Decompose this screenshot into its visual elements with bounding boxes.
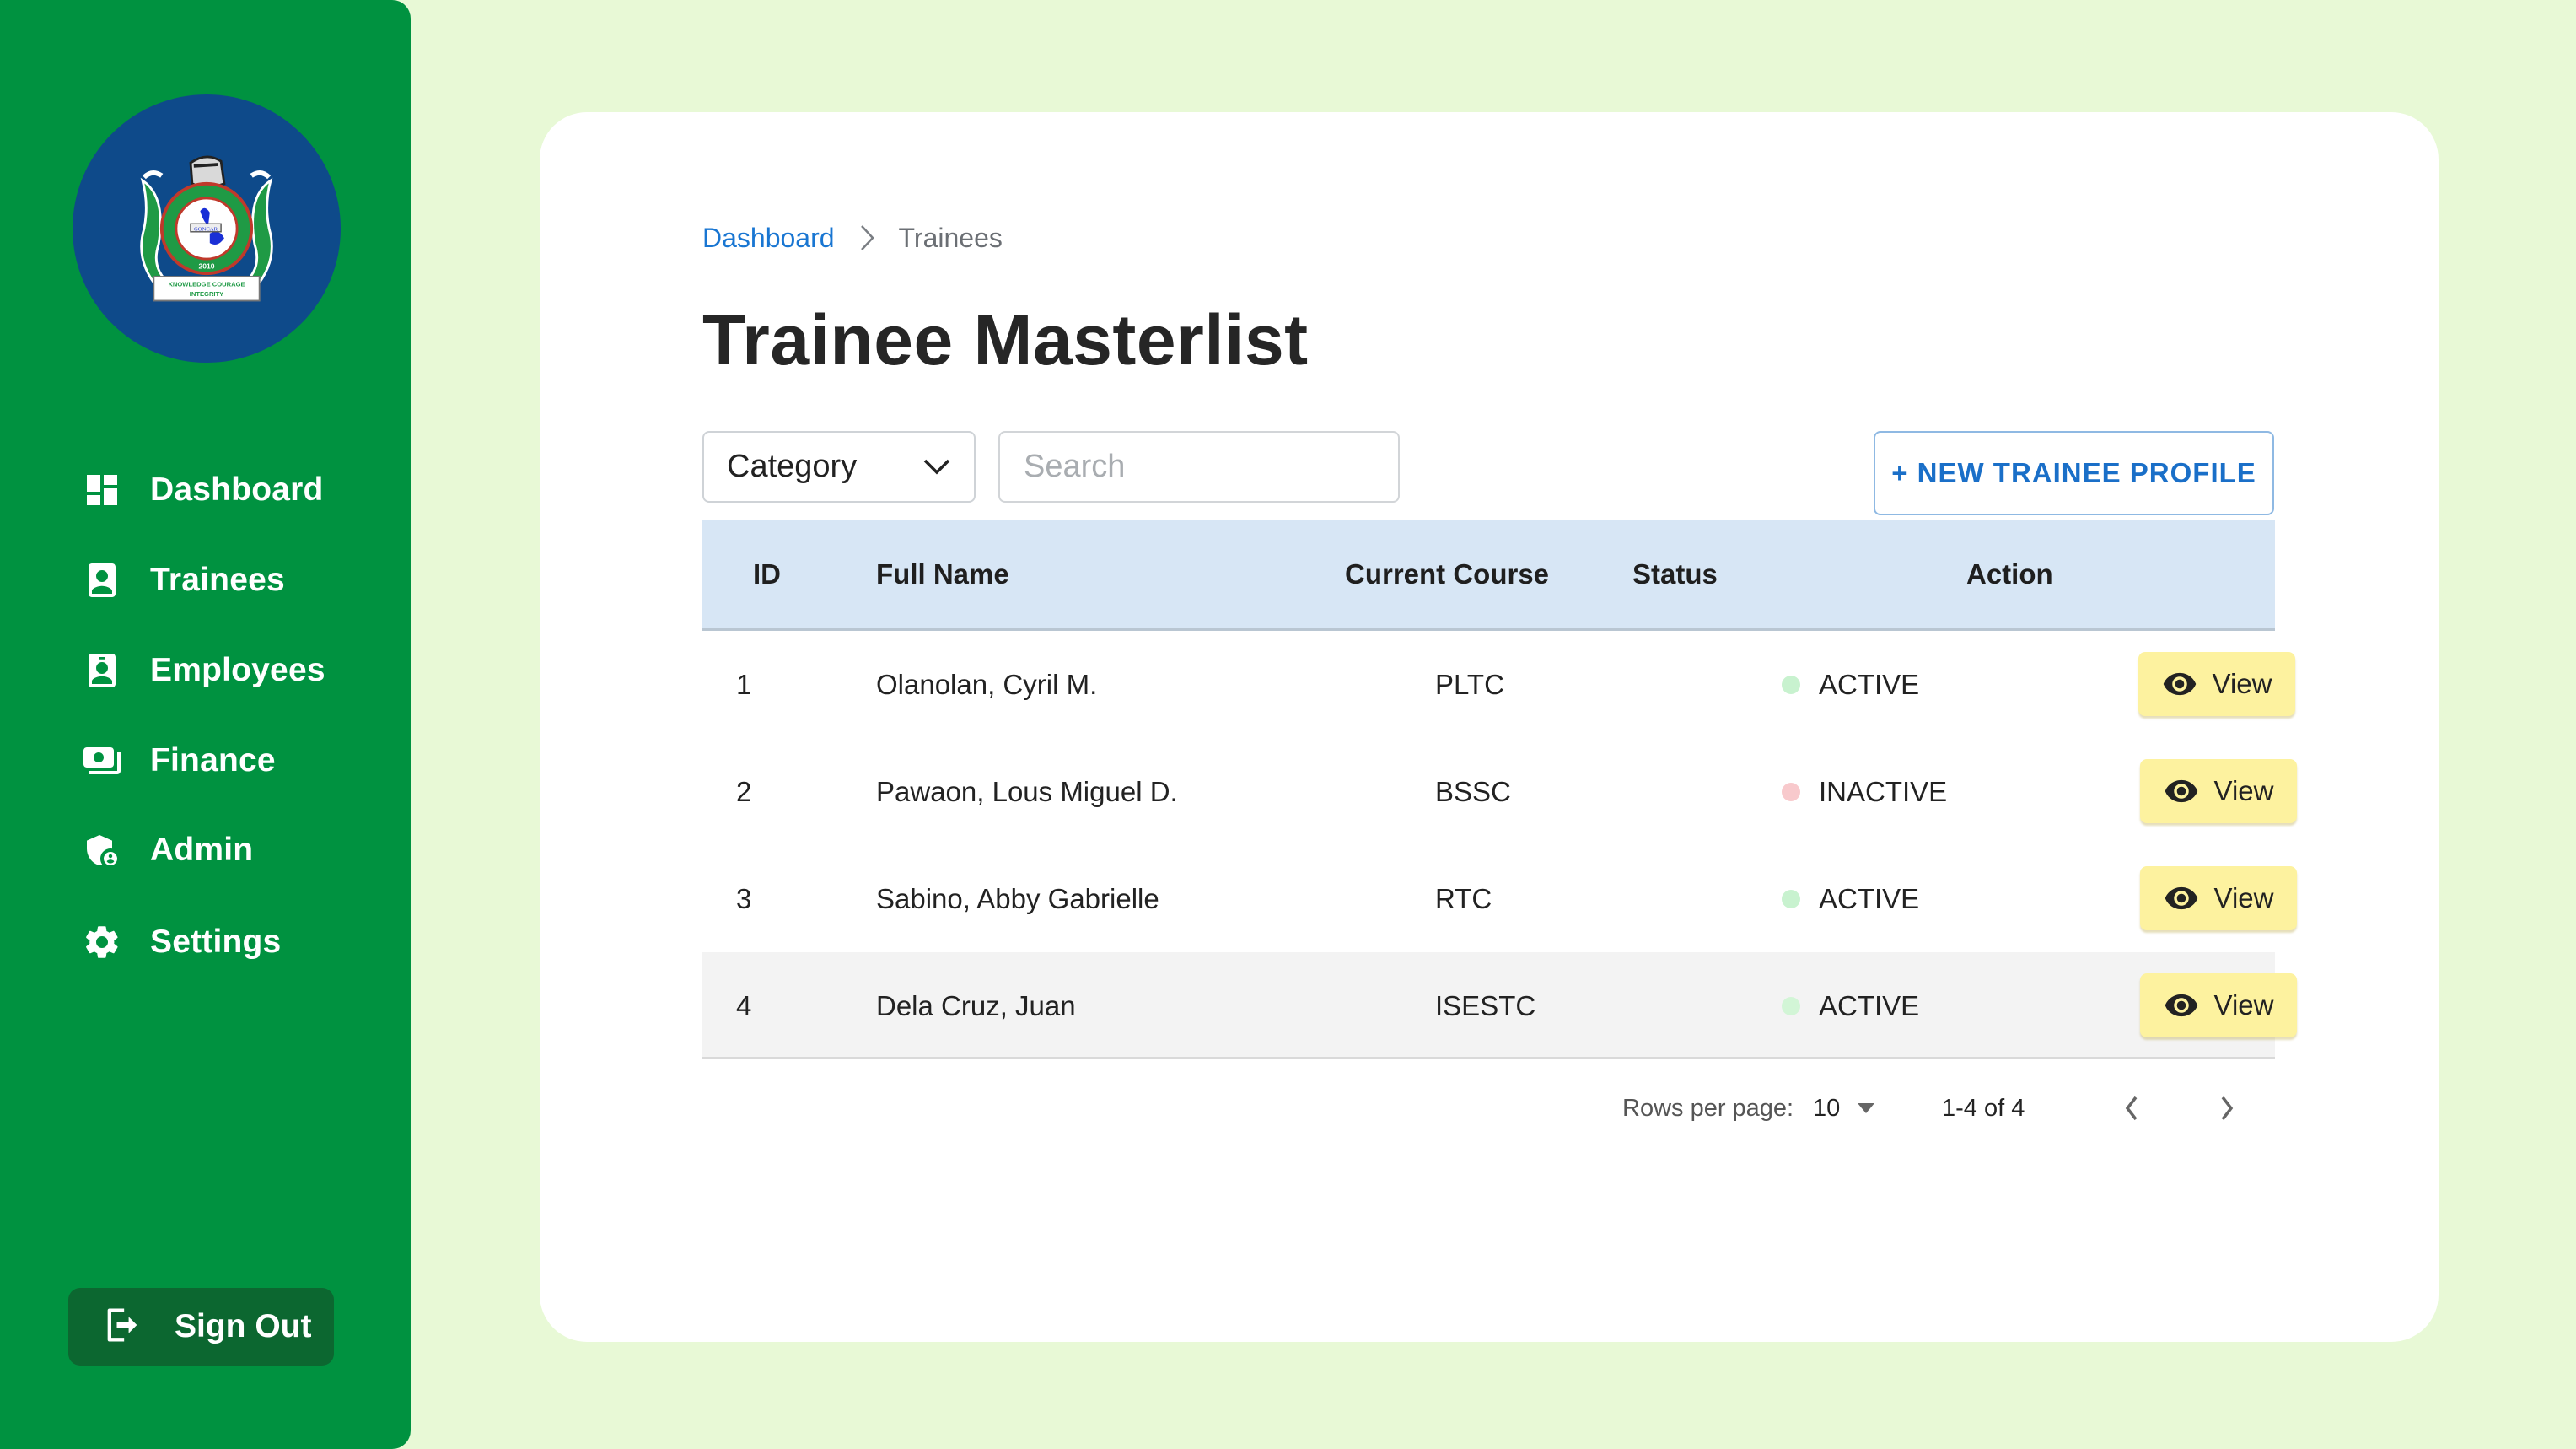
column-header-status[interactable]: Status [1632, 520, 1718, 628]
table-row: 2 Pawaon, Lous Miguel D. BSSC INACTIVE V… [702, 738, 2297, 845]
sidebar-item-trainees[interactable]: Trainees [81, 555, 285, 606]
academy-logo: GONCAR 2010 KNOWLEDGE COURAGE INTEGRITY [73, 94, 341, 363]
rows-per-page-select[interactable]: 10 [1813, 1095, 1875, 1123]
cell-course: PLTC [1435, 668, 1504, 700]
sidebar-item-label: Admin [150, 832, 254, 868]
view-button[interactable]: View [2140, 759, 2297, 823]
view-button-label: View [2212, 668, 2272, 699]
rows-per-page-label: Rows per page: [1622, 1094, 1794, 1122]
chevron-left-icon [2125, 1096, 2138, 1121]
sidebar-item-settings[interactable]: Settings [81, 917, 281, 967]
breadcrumb-dashboard-link[interactable]: Dashboard [702, 223, 835, 254]
cell-id: 2 [736, 775, 752, 807]
cell-full-name: Dela Cruz, Juan [876, 989, 1076, 1021]
trainee-table: ID Full Name Current Course Status Actio… [702, 520, 2297, 1059]
chevron-right-icon [858, 224, 877, 252]
status-badge: ACTIVE [1819, 668, 1920, 700]
cell-course: RTC [1435, 882, 1492, 914]
logo-year: 2010 [198, 262, 214, 271]
category-selected: Category [727, 449, 858, 484]
eye-icon [2165, 994, 2197, 1017]
pagination: Rows per page: 10 1-4 of 4 [0, 1088, 2576, 1128]
status-active-dot-icon [1782, 996, 1800, 1015]
page-range: 1-4 of 4 [1942, 1094, 2025, 1122]
page-title: Trainee Masterlist [702, 300, 1309, 380]
sidebar: GONCAR 2010 KNOWLEDGE COURAGE INTEGRITY … [0, 0, 411, 1449]
cell-status: INACTIVE [1782, 738, 1947, 845]
chevron-right-icon [2221, 1096, 2234, 1121]
cell-id: 4 [736, 989, 752, 1021]
sidebar-item-admin[interactable]: Admin [81, 825, 253, 875]
status-badge: ACTIVE [1819, 882, 1920, 914]
academy-seal-icon: GONCAR 2010 KNOWLEDGE COURAGE INTEGRITY [140, 155, 273, 302]
breadcrumb: Dashboard Trainees [702, 221, 1003, 255]
category-dropdown[interactable]: Category [702, 431, 976, 503]
sidebar-item-finance[interactable]: Finance [81, 735, 276, 786]
cell-course: BSSC [1435, 775, 1511, 807]
view-button[interactable]: View [2140, 973, 2297, 1037]
cell-id: 3 [736, 882, 752, 914]
chevron-down-icon [922, 449, 952, 485]
sign-out-button[interactable]: Sign Out [68, 1288, 334, 1366]
caret-down-icon [1858, 1103, 1875, 1113]
money-icon [81, 740, 123, 782]
gear-icon [81, 921, 123, 963]
sidebar-item-label: Finance [150, 742, 276, 778]
view-button-label: View [2213, 775, 2274, 806]
eye-icon [2165, 886, 2197, 910]
sign-out-label: Sign Out [175, 1308, 312, 1344]
previous-page-button[interactable] [2113, 1088, 2150, 1128]
logout-icon [100, 1303, 144, 1351]
admin-shield-icon [81, 829, 123, 871]
view-button[interactable]: View [2138, 652, 2295, 716]
status-badge: ACTIVE [1819, 989, 1920, 1021]
dashboard-icon [81, 469, 123, 511]
sidebar-item-dashboard[interactable]: Dashboard [81, 465, 324, 515]
status-active-dot-icon [1782, 675, 1800, 694]
status-badge: INACTIVE [1819, 775, 1948, 807]
table-header: ID Full Name Current Course Status Actio… [702, 520, 2275, 631]
table-row: 4 Dela Cruz, Juan ISESTC ACTIVE View [702, 952, 2297, 1059]
cell-full-name: Sabino, Abby Gabrielle [876, 882, 1159, 914]
view-button[interactable]: View [2140, 866, 2297, 930]
cell-full-name: Pawaon, Lous Miguel D. [876, 775, 1178, 807]
next-page-button[interactable] [2208, 1088, 2245, 1128]
rows-per-page-value: 10 [1813, 1094, 1841, 1122]
logo-inner-text: GONCAR [194, 226, 218, 232]
cell-course: ISESTC [1435, 989, 1536, 1021]
new-trainee-profile-button[interactable]: + NEW TRAINEE PROFILE [1874, 431, 2274, 515]
cell-full-name: Olanolan, Cyril M. [876, 668, 1098, 700]
column-header-id[interactable]: ID [753, 520, 781, 628]
search-input[interactable] [998, 431, 1400, 503]
table-row: 3 Sabino, Abby Gabrielle RTC ACTIVE View [702, 845, 2297, 952]
trainee-badge-icon [81, 559, 123, 601]
cell-status: ACTIVE [1782, 952, 1919, 1059]
table-row: 1 Olanolan, Cyril M. PLTC ACTIVE View [702, 631, 2295, 738]
logo-motto-line2: INTEGRITY [190, 290, 224, 298]
logo-motto-line1: KNOWLEDGE COURAGE [168, 280, 245, 288]
status-inactive-dot-icon [1782, 782, 1800, 801]
view-button-label: View [2213, 882, 2274, 913]
cell-status: ACTIVE [1782, 631, 1919, 738]
cell-id: 1 [736, 668, 752, 700]
employee-badge-icon [81, 649, 123, 692]
status-active-dot-icon [1782, 889, 1800, 908]
column-header-full-name[interactable]: Full Name [876, 520, 1009, 628]
view-button-label: View [2213, 989, 2274, 1021]
column-header-action: Action [1966, 558, 2053, 590]
sidebar-item-employees[interactable]: Employees [81, 645, 325, 696]
eye-icon [2165, 779, 2197, 803]
eye-icon [2163, 672, 2196, 696]
column-header-current-course[interactable]: Current Course [1345, 520, 1549, 628]
sidebar-item-label: Settings [150, 924, 282, 960]
breadcrumb-current: Trainees [898, 222, 1003, 253]
sidebar-item-label: Employees [150, 652, 325, 688]
sidebar-item-label: Dashboard [150, 471, 324, 508]
sidebar-item-label: Trainees [150, 562, 285, 598]
cell-status: ACTIVE [1782, 845, 1919, 952]
